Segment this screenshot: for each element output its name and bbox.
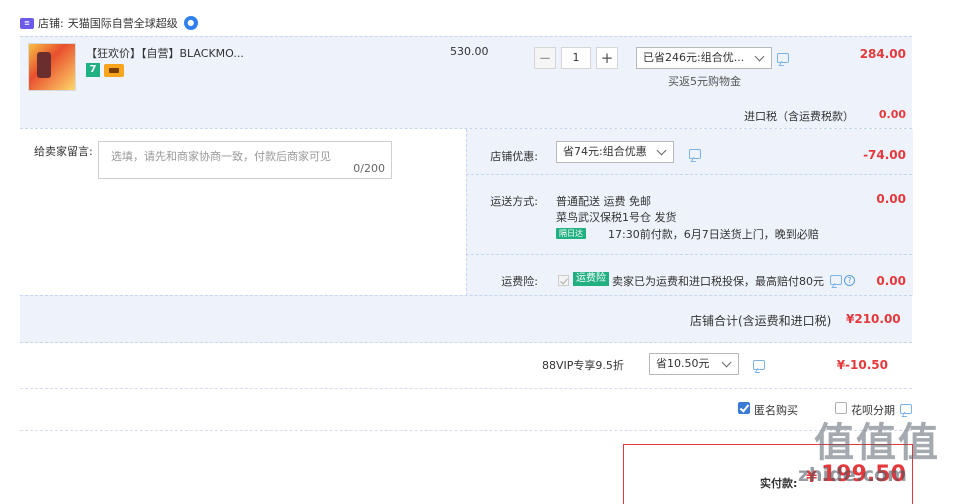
store-coupon-select[interactable]: 省74元:组合优惠 [556,141,674,163]
anonymous-purchase-label[interactable]: 匿名购买 [754,402,798,418]
message-placeholder: 选填，请先和商家协商一致，付款后商家可见 [111,150,331,163]
insurance-value: 0.00 [876,274,906,288]
store-label: 店铺: [38,17,64,30]
anonymous-purchase-checkbox[interactable] [738,402,750,414]
message-label: 给卖家留言: [34,145,93,158]
item-discount-selected: 已省246元:组合优... [643,51,745,64]
divider [20,430,912,431]
official-badge-icon: ● [183,16,198,30]
import-tax-label: 进口税（含运费税款） [744,110,854,123]
insurance-text: 卖家已为运费和进口税投保，最高赔付80元 [612,275,824,288]
next-day-badge: 隔日达 [556,228,586,239]
divider [466,254,912,255]
product-title[interactable]: 【狂欢价】【自营】BLACKMO... [86,45,244,61]
vip-discount-label: 88VIP专享9.5折 [542,359,624,372]
seven-day-return-tag: 7 [86,63,100,77]
chat-bubble-icon[interactable] [753,360,765,370]
store-name[interactable]: 天猫国际自营全球超级 [68,15,178,31]
shipping-method: 普通配送 运费 免邮 [556,195,651,208]
vip-discount-value: ¥-10.50 [836,358,888,372]
quantity-increase-button[interactable]: + [596,47,618,69]
rebate-text: 买返5元购物金 [668,75,741,88]
chevron-down-icon [721,356,733,370]
store-coupon-label: 店铺优惠: [490,150,538,163]
vip-discount-select[interactable]: 省10.50元 [649,353,739,375]
watermark-logo: 值值值 [814,420,940,466]
message-textarea[interactable]: 选填，请先和商家协商一致，付款后商家可见 0/200 [98,141,392,179]
credit-card-icon [104,64,124,77]
chevron-down-icon [656,144,668,158]
watermark-url: zhide.com [798,464,907,486]
insurance-checkbox [558,275,569,286]
divider [20,388,912,389]
store-coupon-value: -74.00 [863,148,906,162]
message-char-count: 0/200 [353,162,385,175]
item-row: 【狂欢价】【自营】BLACKMO... 7 530.00 − 1 + 已省246… [20,36,912,129]
store-icon: ≡ [20,17,34,29]
payment-label: 实付款: [760,477,798,490]
store-header: ≡ 店铺: 天猫国际自营全球超级 ● [20,14,198,32]
quantity-decrease-button[interactable]: − [534,47,556,69]
insurance-badge: 运费险 [573,272,609,286]
order-detail-block: 给卖家留言: 选填，请先和商家协商一致，付款后商家可见 0/200 店铺优惠: … [20,128,913,296]
vip-discount-selected: 省10.50元 [656,357,710,370]
import-tax-value: 0.00 [878,108,906,121]
unit-price: 530.00 [450,45,489,58]
product-bottle-icon [37,52,51,78]
chat-bubble-icon[interactable] [689,149,701,159]
shipping-label: 运送方式: [490,195,538,208]
store-subtotal-value: ¥210.00 [846,312,901,326]
product-thumbnail[interactable] [28,43,76,91]
shipping-warehouse: 菜鸟武汉保税1号仓 发货 [556,211,677,224]
store-subtotal-label: 店铺合计(含运费和进口税) [690,314,832,328]
shipping-value: 0.00 [876,192,906,206]
delivery-promise: 17:30前付款，6月7日送货上门，晚到必赔 [608,228,819,241]
item-total-price: 284.00 [859,47,906,61]
shipping-insurance-label: 运费险: [501,275,538,288]
divider [466,174,912,175]
chevron-down-icon [754,50,766,64]
chat-bubble-icon[interactable] [777,53,789,63]
item-discount-select[interactable]: 已省246元:组合优... [636,47,772,69]
store-coupon-selected: 省74元:组合优惠 [563,145,647,158]
quantity-input[interactable]: 1 [561,47,591,69]
store-subtotal-row: 店铺合计(含运费和进口税) ¥210.00 [20,295,912,343]
